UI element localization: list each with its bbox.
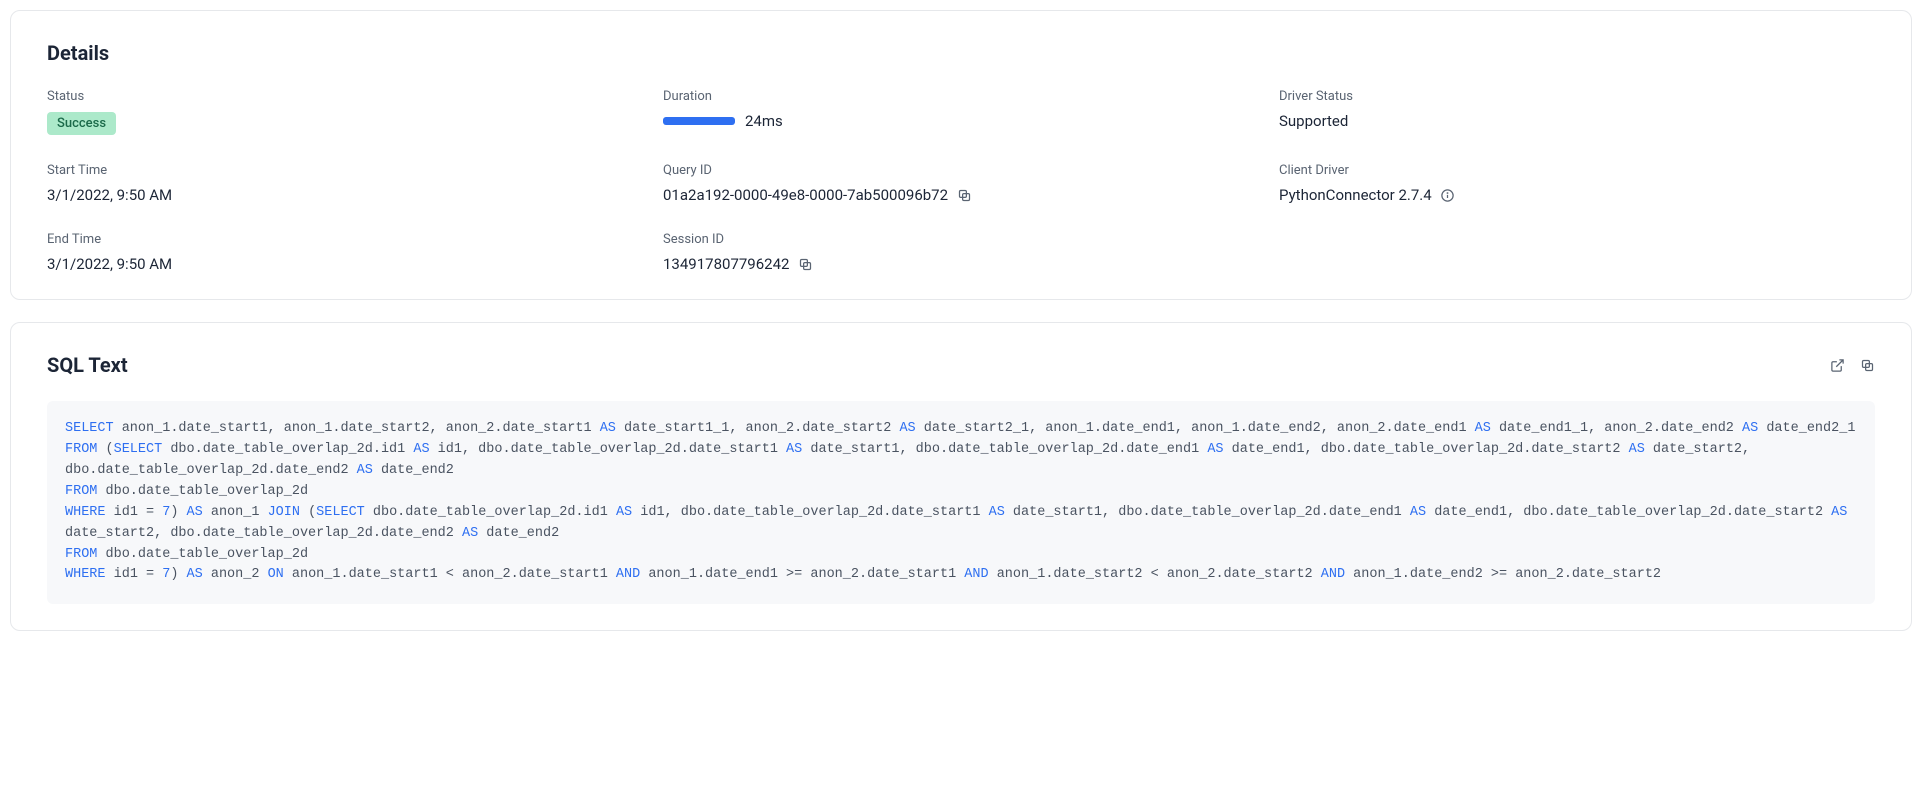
sql-text-card: SQL Text SELECT anon_1.date_start1, anon…: [10, 322, 1912, 631]
driver-status-label: Driver Status: [1279, 89, 1875, 104]
duration-value-wrap: 24ms: [663, 112, 1259, 130]
duration-value: 24ms: [745, 112, 783, 130]
session-id-value-wrap: 134917807796242: [663, 255, 1259, 273]
end-time-label: End Time: [47, 232, 643, 247]
end-time-value: 3/1/2022, 9:50 AM: [47, 255, 643, 273]
sql-title: SQL Text: [47, 353, 1875, 377]
copy-session-id-icon[interactable]: [797, 256, 813, 272]
status-badge: Success: [47, 112, 116, 135]
status-field: Status Success: [47, 89, 643, 135]
driver-status-field: Driver Status Supported: [1279, 89, 1875, 135]
open-sql-icon[interactable]: [1829, 357, 1845, 373]
client-driver-field: Client Driver PythonConnector 2.7.4: [1279, 163, 1875, 204]
empty-cell: [1279, 232, 1875, 273]
end-time-field: End Time 3/1/2022, 9:50 AM: [47, 232, 643, 273]
sql-text: SELECT anon_1.date_start1, anon_1.date_s…: [65, 419, 1857, 586]
sql-actions: [1829, 357, 1875, 373]
start-time-field: Start Time 3/1/2022, 9:50 AM: [47, 163, 643, 204]
session-id-value: 134917807796242: [663, 255, 789, 273]
duration-label: Duration: [663, 89, 1259, 104]
copy-query-id-icon[interactable]: [956, 187, 972, 203]
query-id-value: 01a2a192-0000-49e8-0000-7ab500096b72: [663, 186, 948, 204]
status-value-wrap: Success: [47, 112, 643, 135]
query-id-value-wrap: 01a2a192-0000-49e8-0000-7ab500096b72: [663, 186, 1259, 204]
sql-box[interactable]: SELECT anon_1.date_start1, anon_1.date_s…: [47, 401, 1875, 604]
client-driver-value: PythonConnector 2.7.4: [1279, 186, 1432, 204]
query-id-field: Query ID 01a2a192-0000-49e8-0000-7ab5000…: [663, 163, 1259, 204]
details-card: Details Status Success Duration 24ms Dri…: [10, 10, 1912, 300]
start-time-label: Start Time: [47, 163, 643, 178]
client-driver-info-icon[interactable]: [1440, 187, 1456, 203]
query-id-label: Query ID: [663, 163, 1259, 178]
copy-sql-icon[interactable]: [1859, 357, 1875, 373]
driver-status-value: Supported: [1279, 112, 1875, 130]
details-grid: Status Success Duration 24ms Driver Stat…: [47, 89, 1875, 273]
status-label: Status: [47, 89, 643, 104]
duration-field: Duration 24ms: [663, 89, 1259, 135]
duration-bar: [663, 117, 735, 125]
details-title: Details: [47, 41, 1875, 65]
session-id-field: Session ID 134917807796242: [663, 232, 1259, 273]
session-id-label: Session ID: [663, 232, 1259, 247]
client-driver-label: Client Driver: [1279, 163, 1875, 178]
start-time-value: 3/1/2022, 9:50 AM: [47, 186, 643, 204]
client-driver-value-wrap: PythonConnector 2.7.4: [1279, 186, 1875, 204]
